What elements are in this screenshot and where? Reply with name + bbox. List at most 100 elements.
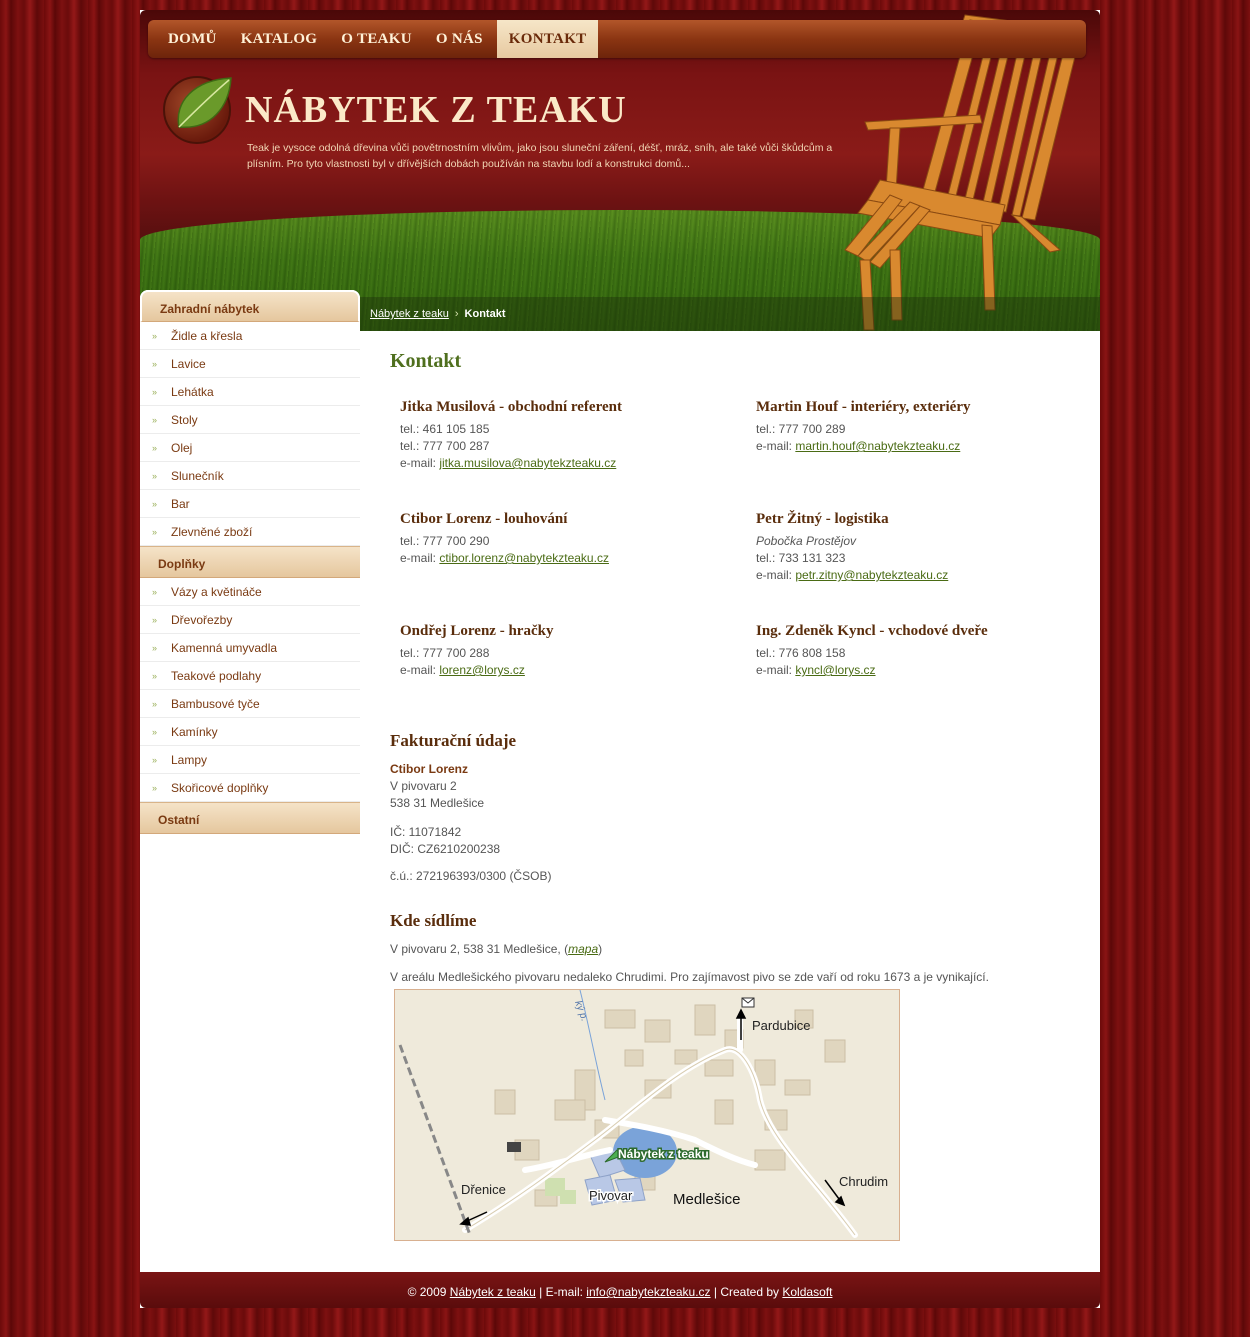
contact-phone: tel.: 777 700 288 [400,646,490,660]
nav-item-o-nas[interactable]: O NÁS [424,20,495,58]
contacts-grid: Jitka Musilová - obchodní referent tel.:… [390,399,1080,735]
map-label-nabytek: Nábytek z teaku [618,1147,709,1161]
location-section: Kde sídlíme V pivovaru 2, 538 31 Medleši… [390,911,1080,986]
sidebar-item[interactable]: Skořicové doplňky [140,774,360,802]
contact-card: Ondřej Lorenz - hračky tel.: 777 700 288… [400,623,756,735]
contact-email-link[interactable]: jitka.musilova@nabytekzteaku.cz [439,456,616,470]
contact-card: Jitka Musilová - obchodní referent tel.:… [400,399,756,511]
map-link[interactable]: mapa [568,942,598,956]
leaf-logo-icon[interactable] [163,76,232,144]
contact-email-link[interactable]: ctibor.lorenz@nabytekzteaku.cz [439,551,609,565]
billing-section: Fakturační údaje Ctibor Lorenz V pivovar… [390,731,1080,885]
contact-card: Ctibor Lorenz - louhování tel.: 777 700 … [400,511,756,623]
contact-email-row: e-mail: kyncl@lorys.cz [756,662,1076,679]
sidebar-item[interactable]: Lehátka [140,378,360,406]
footer-email-link[interactable]: info@nabytekzteaku.cz [586,1285,710,1299]
footer-author-link[interactable]: Koldasoft [782,1285,832,1299]
sidebar-item[interactable]: Olej [140,434,360,462]
sidebar-item[interactable]: Bar [140,490,360,518]
contact-card: Martin Houf - interiéry, exteriéry tel.:… [756,399,1076,511]
sidebar-item[interactable]: Teakové podlahy [140,662,360,690]
email-label: e-mail: [400,663,440,677]
page-wrapper: DOMŮ KATALOG O TEAKU O NÁS KONTAKT NÁBYT… [140,10,1100,1308]
sidebar-item[interactable]: Vázy a květináče [140,578,360,606]
billing-name: Ctibor Lorenz [390,762,468,776]
email-label: e-mail: [756,439,796,453]
contact-branch: Pobočka Prostějov [756,534,857,548]
header: DOMŮ KATALOG O TEAKU O NÁS KONTAKT NÁBYT… [140,10,1100,331]
contact-card: Petr Žitný - logistika Pobočka Prostějov… [756,511,1076,623]
location-address: V pivovaru 2, 538 31 Medlešice, [390,942,565,956]
footer: © 2009 Nábytek z teaku | E-mail: info@na… [140,1272,1100,1308]
contact-email-row: e-mail: lorenz@lorys.cz [400,662,756,679]
nav-item-o-teaku[interactable]: O TEAKU [329,20,424,58]
map-label-chrudim: Chrudim [839,1174,888,1189]
contact-phone: tel.: 776 808 158 [756,646,846,660]
contact-phone: tel.: 777 700 290 [400,534,490,548]
contact-email-link[interactable]: lorenz@lorys.cz [439,663,525,677]
footer-email-prefix: | E-mail: [535,1285,587,1299]
email-label: e-mail: [400,456,440,470]
sidebar-item[interactable]: Dřevořezby [140,606,360,634]
sidebar-item[interactable]: Zlevněné zboží [140,518,360,546]
breadcrumb-current: Kontakt [464,308,506,320]
contact-email-link[interactable]: kyncl@lorys.cz [795,663,875,677]
billing-street: V pivovaru 2 [390,779,457,793]
billing-account: č.ú.: 272196393/0300 (ČSOB) [390,869,552,883]
contact-phone: tel.: 777 700 287 [400,439,490,453]
sidebar-item[interactable]: Slunečník [140,462,360,490]
location-map[interactable]: Pardubice Nábytek z teaku Dřenice Pivova… [394,989,900,1241]
location-address-row: V pivovaru 2, 538 31 Medlešice, (mapa) [390,942,603,956]
billing-city: 538 31 Medlešice [390,796,485,810]
sidebar-item[interactable]: Stoly [140,406,360,434]
main-navigation: DOMŮ KATALOG O TEAKU O NÁS KONTAKT [148,20,1086,58]
sidebar-item[interactable]: Bambusové tyče [140,690,360,718]
nav-item-katalog[interactable]: KATALOG [229,20,330,58]
contact-name: Petr Žitný - logistika [756,511,889,527]
footer-created-prefix: | Created by [710,1285,783,1299]
contact-email-row: e-mail: ctibor.lorenz@nabytekzteaku.cz [400,550,756,567]
sidebar: Zahradní nábytek Židle a křesla Lavice L… [140,290,360,834]
breadcrumb-home-link[interactable]: Nábytek z teaku [370,308,449,320]
email-label: e-mail: [400,551,440,565]
contact-email-row: e-mail: martin.houf@nabytekzteaku.cz [756,438,1076,455]
sidebar-item[interactable]: Lavice [140,350,360,378]
site-intro: Teak je vysoce odolná dřevina vůči povět… [247,142,833,170]
church-icon [507,1142,521,1152]
location-title: Kde sídlíme [390,911,477,930]
main-content: Kontakt Jitka Musilová - obchodní refere… [390,350,1080,986]
email-label: e-mail: [756,663,796,677]
contact-name: Ing. Zdeněk Kyncl - vchodové dveře [756,623,988,639]
location-description: V areálu Medlešického pivovaru nedaleko … [390,970,989,984]
sidebar-category-ostatni[interactable]: Ostatní [140,802,360,834]
sidebar-list-zahradni-nabytek: Židle a křesla Lavice Lehátka Stoly Olej… [140,322,360,546]
sidebar-category-doplnky[interactable]: Doplňky [140,546,360,578]
contact-email-row: e-mail: petr.zitny@nabytekzteaku.cz [756,567,1076,584]
map-label-drenice: Dřenice [461,1182,506,1197]
sidebar-category-zahradni-nabytek[interactable]: Zahradní nábytek [140,290,360,322]
contact-name: Ctibor Lorenz - louhování [400,511,568,527]
email-label: e-mail: [756,568,796,582]
billing-dic: DIČ: CZ6210200238 [390,842,501,856]
contact-name: Jitka Musilová - obchodní referent [400,399,622,415]
footer-site-link[interactable]: Nábytek z teaku [450,1285,536,1299]
sidebar-list-doplnky: Vázy a květináče Dřevořezby Kamenná umyv… [140,578,360,802]
contact-email-link[interactable]: petr.zitny@nabytekzteaku.cz [795,568,948,582]
sidebar-item[interactable]: Kamenná umyvadla [140,634,360,662]
contact-email-row: e-mail: jitka.musilova@nabytekzteaku.cz [400,455,756,472]
contact-card: Ing. Zdeněk Kyncl - vchodové dveře tel.:… [756,623,1076,735]
contact-name: Martin Houf - interiéry, exteriéry [756,399,971,415]
contact-phone: tel.: 461 105 185 [400,422,490,436]
contact-phone: tel.: 777 700 289 [756,422,846,436]
sidebar-item[interactable]: Lampy [140,746,360,774]
contact-email-link[interactable]: martin.houf@nabytekzteaku.cz [795,439,960,453]
breadcrumb-separator: › [454,308,459,320]
nav-item-domu[interactable]: DOMŮ [156,20,229,58]
site-title[interactable]: NÁBYTEK Z TEAKU [245,88,627,132]
nav-item-kontakt[interactable]: KONTAKT [496,20,599,58]
page-title: Kontakt [390,350,462,372]
contact-phone: tel.: 733 131 323 [756,551,846,565]
map-label-pardubice: Pardubice [752,1018,811,1033]
sidebar-item[interactable]: Židle a křesla [140,322,360,350]
sidebar-item[interactable]: Kamínky [140,718,360,746]
